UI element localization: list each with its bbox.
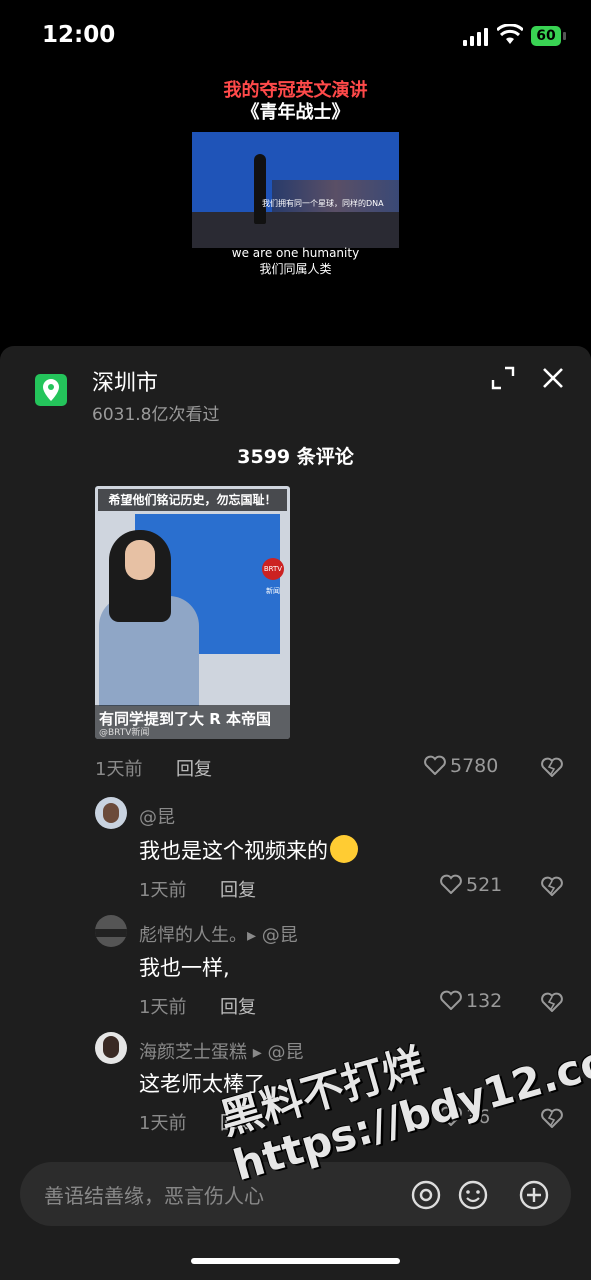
video-subtitle-zh: 我们同属人类 xyxy=(259,262,332,276)
video-frame: 我们拥有同一个星球，同样的DNA xyxy=(192,132,399,248)
thumb-source: @BRTV新闻 xyxy=(99,728,150,738)
status-bar: 12:00 60 xyxy=(0,0,591,72)
heart-icon xyxy=(440,874,462,895)
comment-image[interactable]: BRTV 新闻 希望他们铭记历史，勿忘国耻！ 有同学提到了大 R 本帝国 @BR… xyxy=(95,486,290,739)
reply-time: 1天前 xyxy=(139,880,187,901)
reply-text: 我也一样, xyxy=(139,956,230,980)
at-icon[interactable] xyxy=(410,1179,442,1211)
dislike-icon[interactable] xyxy=(541,1108,563,1128)
reply-time: 1天前 xyxy=(139,1113,187,1134)
video-stage xyxy=(192,212,399,248)
plus-icon[interactable] xyxy=(518,1179,550,1211)
wifi-icon xyxy=(497,24,523,44)
like-button[interactable]: 521 xyxy=(440,874,502,896)
reply-button[interactable]: 回复 xyxy=(176,755,212,781)
thumb-top-caption: 希望他们铭记历史，勿忘国耻！ xyxy=(98,489,287,511)
like-button[interactable]: 5780 xyxy=(424,755,498,777)
comment-input-placeholder: 善语结善缘，恶言伤人心 xyxy=(44,1184,264,1208)
dislike-icon[interactable] xyxy=(541,876,563,896)
battery-icon: 60 xyxy=(531,26,561,46)
location-pin-icon xyxy=(35,374,67,406)
emoji-icon[interactable] xyxy=(457,1179,489,1211)
video-title-line2: 《青年战士》 xyxy=(241,102,350,123)
reply-button[interactable]: 回复 xyxy=(220,876,256,902)
reply-username[interactable]: @昆 xyxy=(139,803,175,829)
avatar[interactable] xyxy=(95,797,127,829)
like-count: 5780 xyxy=(450,755,499,777)
reply-text: 我也是这个视频来的 xyxy=(139,835,358,865)
avatar[interactable] xyxy=(95,1032,127,1064)
thumb-face xyxy=(125,540,155,580)
emoji-icon xyxy=(330,835,358,863)
battery-nub xyxy=(563,32,566,40)
status-time: 12:00 xyxy=(42,22,116,48)
signal-icon xyxy=(463,28,489,46)
reply-username[interactable]: 海颜芝士蛋糕 ▸ @昆 xyxy=(139,1038,303,1064)
video-inner-subtitle: 我们拥有同一个星球，同样的DNA xyxy=(262,199,384,208)
comment-time: 1天前 xyxy=(95,759,143,780)
heart-icon xyxy=(424,755,446,776)
reply-username[interactable]: 彪悍的人生。▸ @昆 xyxy=(139,921,298,947)
reply-button[interactable]: 回复 xyxy=(220,993,256,1019)
close-icon[interactable] xyxy=(541,366,565,390)
like-button[interactable]: 132 xyxy=(440,990,502,1012)
reply-time: 1天前 xyxy=(139,997,187,1018)
location-views: 6031.8亿次看过 xyxy=(92,405,220,425)
video-subtitle-en: we are one humanity xyxy=(231,246,360,260)
thumb-badge: BRTV 新闻 xyxy=(262,558,284,595)
dislike-icon[interactable] xyxy=(541,757,563,777)
video-speaker xyxy=(254,154,266,224)
avatar[interactable] xyxy=(95,915,127,947)
expand-icon[interactable] xyxy=(491,366,515,390)
heart-icon xyxy=(440,990,462,1011)
location-name[interactable]: 深圳市 xyxy=(92,365,158,397)
like-count: 521 xyxy=(466,874,503,896)
like-count: 132 xyxy=(466,990,503,1012)
comment-count: 3599 条评论 xyxy=(237,446,354,468)
home-indicator[interactable] xyxy=(191,1258,400,1264)
